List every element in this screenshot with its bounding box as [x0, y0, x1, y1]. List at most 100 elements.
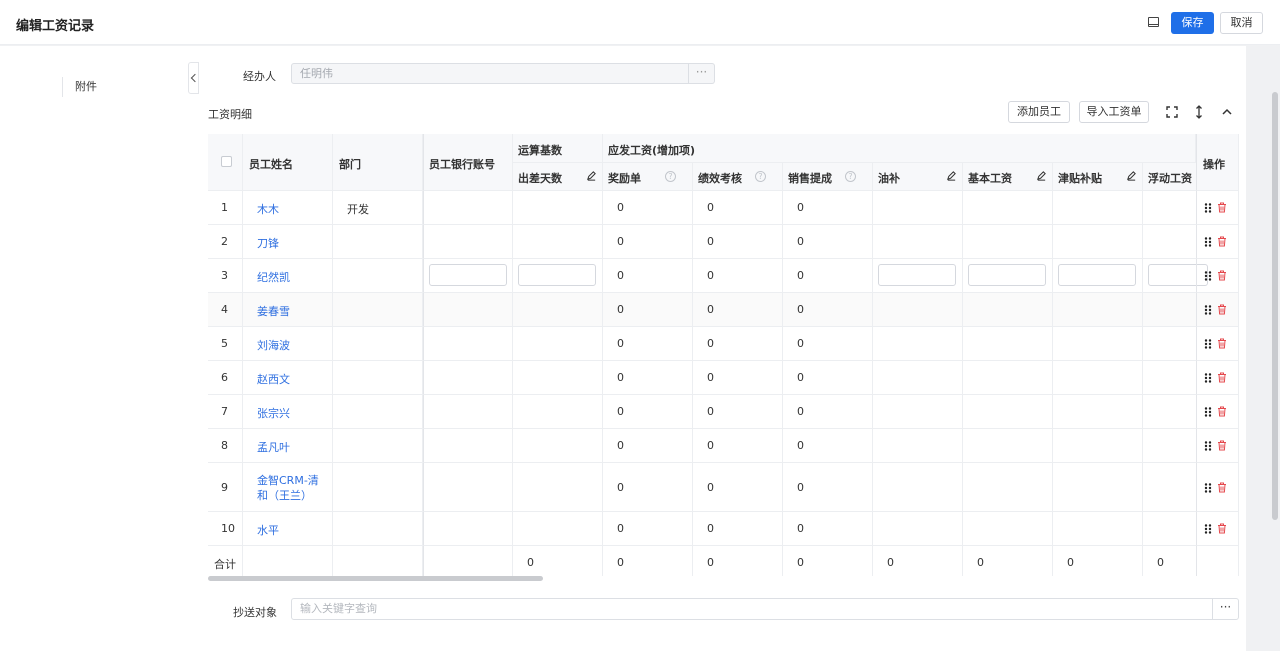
add-employee-button[interactable]: 添加员工 — [1008, 101, 1070, 123]
drag-handle-icon[interactable] — [1204, 407, 1212, 417]
cancel-button[interactable]: 取消 — [1220, 12, 1263, 34]
table-cell — [1196, 429, 1239, 463]
total-label: 合计 — [214, 558, 236, 571]
delete-icon[interactable] — [1217, 372, 1227, 383]
employee-name-link[interactable]: 刘海波 — [257, 337, 290, 353]
vertical-scrollbar[interactable] — [1272, 92, 1278, 520]
table-cell: 4 — [208, 293, 243, 327]
table-cell — [513, 225, 603, 259]
edit-icon[interactable] — [1126, 170, 1137, 181]
total-cell: 0 — [693, 546, 783, 576]
chevron-up-icon[interactable] — [1220, 105, 1234, 119]
drag-handle-icon[interactable] — [1204, 441, 1212, 451]
table-cell — [963, 259, 1053, 293]
delete-icon[interactable] — [1217, 440, 1227, 451]
table-cell — [423, 225, 513, 259]
editable-input[interactable] — [1058, 264, 1136, 286]
drag-handle-icon[interactable] — [1204, 237, 1212, 247]
employee-name-link[interactable]: 孟凡叶 — [257, 439, 290, 455]
drag-handle-icon[interactable] — [1204, 339, 1212, 349]
total-cell: 0 — [513, 546, 603, 576]
employee-name-link[interactable]: 刀锋 — [257, 235, 279, 251]
edit-icon[interactable] — [946, 170, 957, 181]
bonus-value: 0 — [617, 522, 624, 535]
table-cell: 0 — [693, 293, 783, 327]
employee-name-link[interactable]: 金智CRM-清 — [257, 472, 319, 488]
delete-icon[interactable] — [1217, 236, 1227, 247]
editable-input[interactable] — [878, 264, 956, 286]
import-payroll-button[interactable]: 导入工资单 — [1079, 101, 1149, 123]
department-text: 开发 — [347, 203, 369, 216]
delete-icon[interactable] — [1217, 406, 1227, 417]
select-all-checkbox[interactable] — [221, 156, 232, 167]
table-cell — [1143, 259, 1208, 293]
delete-icon[interactable] — [1217, 270, 1227, 281]
table-cell — [1143, 191, 1196, 225]
cc-picker-button[interactable]: ··· — [1212, 598, 1239, 620]
collapse-sidebar-icon[interactable] — [188, 62, 199, 94]
table-cell: 0 — [783, 429, 873, 463]
table-cell: 0 — [603, 463, 693, 512]
edit-icon[interactable] — [586, 170, 597, 181]
employee-name-link[interactable]: 和（王兰） — [257, 487, 312, 503]
table-cell — [1196, 225, 1239, 259]
drag-handle-icon[interactable] — [1204, 305, 1212, 315]
editable-input[interactable] — [968, 264, 1046, 286]
sidebar-item-attachments[interactable]: 附件 — [62, 77, 97, 97]
drag-handle-icon[interactable] — [1204, 203, 1212, 213]
sales-value: 0 — [797, 371, 804, 384]
table-cell — [1143, 361, 1196, 395]
bonus-value: 0 — [617, 371, 624, 384]
employee-name-link[interactable]: 赵西文 — [257, 371, 290, 387]
edit-icon[interactable] — [1036, 170, 1047, 181]
table-cell — [1053, 512, 1143, 546]
table-cell — [963, 293, 1053, 327]
table-cell: 0 — [603, 191, 693, 225]
table-cell — [1053, 327, 1143, 361]
employee-name-link[interactable]: 水平 — [257, 522, 279, 538]
cc-label: 抄送对象 — [233, 606, 277, 619]
horizontal-scrollbar[interactable] — [208, 576, 543, 581]
delete-icon[interactable] — [1217, 482, 1227, 493]
employee-name-link[interactable]: 姜春雪 — [257, 303, 290, 319]
table-cell — [333, 463, 423, 512]
fullscreen-icon[interactable] — [1165, 105, 1179, 119]
table-cell: 0 — [693, 512, 783, 546]
editable-input[interactable] — [518, 264, 596, 286]
delete-icon[interactable] — [1217, 338, 1227, 349]
cc-search-input[interactable]: 输入关键字查询 — [291, 598, 1213, 620]
table-cell — [513, 191, 603, 225]
table-cell: 7 — [208, 395, 243, 429]
employee-name-link[interactable]: 张宗兴 — [257, 405, 290, 421]
help-icon: ? — [665, 171, 676, 182]
total-cell — [423, 546, 513, 576]
employee-name-link[interactable]: 木木 — [257, 201, 279, 217]
drag-handle-icon[interactable] — [1204, 483, 1212, 493]
header-sales: 销售提成 — [788, 172, 832, 185]
total-cell: 0 — [783, 546, 873, 576]
header-name: 员工姓名 — [249, 158, 293, 171]
delete-icon[interactable] — [1217, 202, 1227, 213]
table-cell: 刘海波 — [243, 327, 333, 361]
drag-handle-icon[interactable] — [1204, 271, 1212, 281]
table-cell: 0 — [783, 327, 873, 361]
delete-icon[interactable] — [1217, 304, 1227, 315]
table-cell — [963, 463, 1053, 512]
row-height-icon[interactable] — [1192, 105, 1206, 119]
table-cell — [963, 327, 1053, 361]
employee-name-link[interactable]: 纪然凯 — [257, 269, 290, 285]
table-cell: 0 — [603, 259, 693, 293]
editable-input[interactable] — [429, 264, 507, 286]
drag-handle-icon[interactable] — [1204, 524, 1212, 534]
layout-toggle-icon[interactable] — [1148, 17, 1159, 27]
handler-label: 经办人 — [243, 70, 276, 83]
table-cell — [423, 293, 513, 327]
total-cell — [243, 546, 333, 576]
table-cell: 0 — [693, 225, 783, 259]
table-cell — [423, 361, 513, 395]
save-button[interactable]: 保存 — [1171, 12, 1214, 34]
drag-handle-icon[interactable] — [1204, 373, 1212, 383]
delete-icon[interactable] — [1217, 523, 1227, 534]
table-cell: 0 — [603, 361, 693, 395]
total-float: 0 — [1157, 556, 1164, 569]
